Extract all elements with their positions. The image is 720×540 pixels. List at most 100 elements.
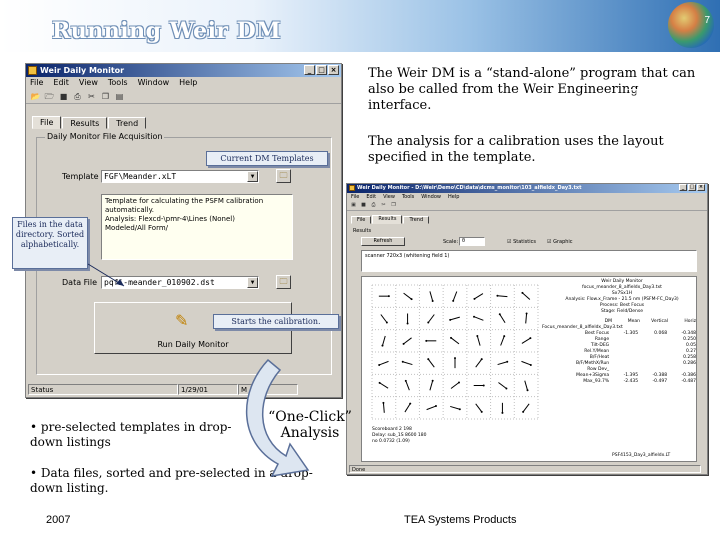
slide-number: 7 — [704, 15, 710, 26]
tab-results[interactable]: Results — [62, 117, 108, 129]
menu-file[interactable]: File — [351, 193, 359, 201]
menu-tools[interactable]: Tools — [402, 193, 414, 201]
vector-arrow-head — [401, 360, 404, 363]
menu-help[interactable]: Help — [179, 77, 197, 89]
plot-label: PSF4153_Day3_alfieldx.LT — [612, 453, 671, 458]
tab-results[interactable]: Results — [372, 215, 403, 224]
vector-arrow-head — [457, 381, 460, 384]
vector-arrow — [474, 293, 484, 300]
vector-arrow — [380, 314, 388, 323]
bullet-dot: • — [30, 420, 41, 434]
vector-arrow — [379, 382, 389, 389]
statistics-checkbox[interactable]: ☑ Statistics — [507, 239, 536, 245]
menu-edit[interactable]: Edit — [53, 77, 69, 89]
vector-arrow-head — [503, 335, 506, 338]
graphic-label: Graphic — [553, 239, 573, 245]
folder-icon[interactable]: 🗁 — [44, 91, 55, 102]
statistics-label: Statistics — [513, 239, 536, 245]
copy-icon[interactable]: ❐ — [390, 202, 397, 209]
footer-year: 2007 — [46, 514, 71, 526]
vector-arrow-head — [480, 358, 483, 361]
cut-icon[interactable]: ✂ — [380, 202, 387, 209]
minimize-button[interactable]: _ — [679, 184, 687, 191]
results-menubar: File Edit View Tools Window Help — [347, 193, 707, 201]
save-icon[interactable]: ■ — [58, 91, 69, 102]
close-button[interactable]: × — [697, 184, 705, 191]
menu-window[interactable]: Window — [421, 193, 441, 201]
minimize-button[interactable]: _ — [304, 65, 315, 75]
maximize-button[interactable]: □ — [316, 65, 327, 75]
cut-icon[interactable]: ✂ — [86, 91, 97, 102]
menu-file[interactable]: File — [30, 77, 43, 89]
status-text: Status — [28, 384, 178, 395]
results-window-title: Weir Daily Monitor - D:\Weir\Demo\CD\dat… — [357, 185, 582, 191]
vector-arrow-head — [381, 344, 384, 347]
tab-file[interactable]: File — [32, 116, 62, 129]
main-window-titlebar[interactable]: Weir Daily Monitor _ □ × — [26, 64, 341, 77]
results-window-titlebar[interactable]: Weir Daily Monitor - D:\Weir\Demo\CD\dat… — [347, 184, 707, 193]
template-value: FGF\Meander.xLT — [104, 172, 177, 181]
chevron-down-icon[interactable]: ▼ — [247, 171, 258, 182]
menu-help[interactable]: Help — [448, 193, 459, 201]
vector-arrow — [473, 316, 484, 321]
vector-arrow-head — [525, 312, 528, 315]
tab-file[interactable]: File — [351, 216, 372, 224]
refresh-button[interactable]: Refresh — [361, 237, 405, 246]
menu-window[interactable]: Window — [138, 77, 170, 89]
run-label: Run Daily Monitor — [157, 340, 229, 349]
vector-arrow-head — [431, 379, 434, 382]
bullet-text: pre-selected templates in drop-down list… — [30, 420, 232, 449]
menu-tools[interactable]: Tools — [108, 77, 128, 89]
vector-arrow-head — [480, 410, 483, 413]
vector-arrow-head — [498, 313, 501, 316]
vector-arrow-head — [496, 294, 499, 297]
app-icon — [28, 66, 37, 75]
template-select[interactable]: FGF\Meander.xLT ▼ — [101, 170, 259, 183]
menu-edit[interactable]: Edit — [366, 193, 376, 201]
log-box: scanner 720x3 (whitening field 1) — [361, 250, 697, 272]
vector-arrow-head — [529, 363, 532, 366]
vector-arrow-head — [427, 321, 430, 324]
tab-trend[interactable]: Trend — [403, 216, 430, 224]
menu-view[interactable]: View — [79, 77, 98, 89]
scale-input[interactable]: 0 — [459, 237, 485, 246]
main-toolbar: 📂 🗁 ■ ⎙ ✂ ❐ ▤ — [26, 89, 341, 104]
vector-arrow-head — [476, 335, 479, 338]
datafile-browse-icon[interactable]: 🗀 — [276, 275, 291, 289]
print-icon[interactable]: ⎙ — [72, 91, 83, 102]
vector-arrow — [452, 291, 458, 302]
bottom-info: Scoreboard 2 198 Delay: sub_1S 8600 180 … — [372, 427, 532, 445]
copy-icon[interactable]: ❐ — [100, 91, 111, 102]
stats-header-block: Weir Daily Monitor focus_meander_8_alfie… — [548, 279, 696, 315]
vector-arrow — [475, 403, 483, 413]
template-browse-icon[interactable]: 🗀 — [276, 169, 291, 183]
vector-arrow — [450, 405, 460, 410]
acquisition-group-label: Daily Monitor File Acquisition — [45, 132, 165, 141]
vector-arrow — [405, 380, 410, 391]
close-button[interactable]: × — [328, 65, 339, 75]
stats-cell: -0.497 — [652, 379, 668, 384]
vector-arrow — [521, 337, 531, 344]
vector-arrow-head — [378, 381, 381, 384]
maximize-button[interactable]: □ — [688, 184, 696, 191]
paste-icon[interactable]: ▤ — [114, 91, 125, 102]
vector-arrow — [498, 382, 507, 389]
results-group-label: Results — [353, 228, 372, 234]
vector-arrow — [450, 337, 460, 345]
open-icon[interactable]: ▣ — [350, 202, 357, 209]
print-icon[interactable]: ⎙ — [370, 202, 377, 209]
open-icon[interactable]: 📂 — [30, 91, 41, 102]
tab-trend[interactable]: Trend — [108, 117, 147, 129]
vector-arrow — [427, 358, 435, 368]
main-tabs: File Results Trend — [32, 116, 147, 129]
stats-line: Stage: Field/Dense — [600, 309, 644, 314]
callout-files: Files in the data directory. Sorted alph… — [12, 217, 88, 269]
vector-arrow-head — [450, 336, 453, 339]
menu-view[interactable]: View — [383, 193, 395, 201]
vector-arrow-head — [378, 363, 381, 366]
save-icon[interactable]: ■ — [360, 202, 367, 209]
graphic-checkbox[interactable]: ☑ Graphic — [547, 239, 573, 245]
stats-cell: Vertical — [651, 319, 668, 324]
chevron-down-icon[interactable]: ▼ — [247, 277, 258, 288]
vector-arrow — [427, 314, 435, 323]
